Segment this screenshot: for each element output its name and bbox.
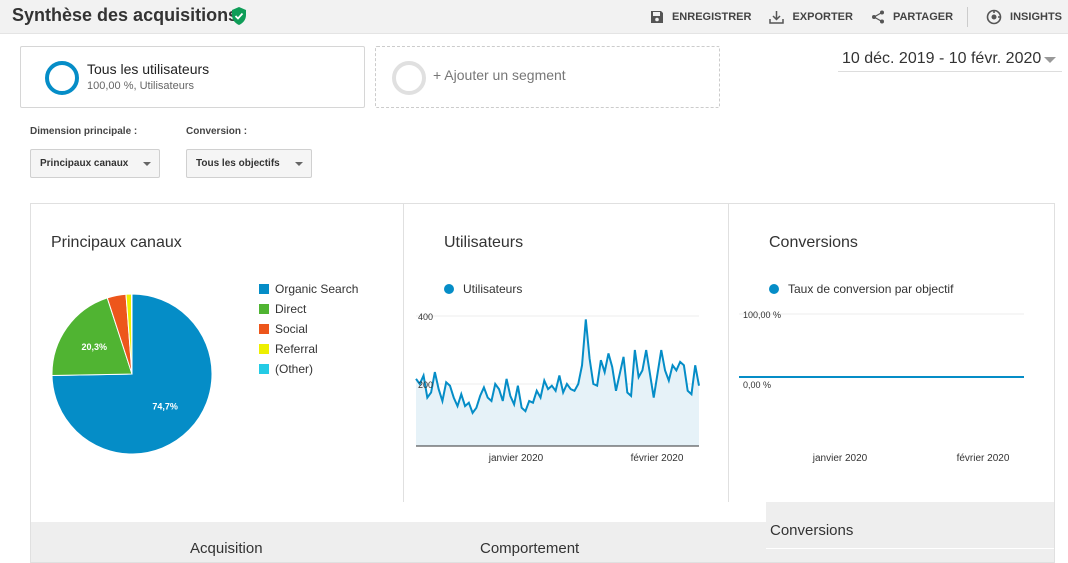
save-label: ENREGISTRER [671,11,752,23]
channels-panel: Principaux canaux 74,7% 20,3% Organic Sea… [31,204,404,502]
x-tick-label: janvier 2020 [812,453,868,464]
conversion-dropdown[interactable]: Tous les objectifs [186,149,312,178]
insights-label: INSIGHTS [1010,11,1062,23]
toolbar-divider [967,7,969,27]
share-label: PARTAGER [892,11,954,23]
y-tick-label: 400 [418,312,433,322]
share-icon [871,10,884,24]
pie-data-label: 20,3% [81,342,107,352]
export-button[interactable]: EXPORTER [769,10,853,24]
conversions-header: Conversions [770,522,854,539]
metrics-table-header: Acquisition Comportement Conversions [31,502,1054,562]
page-title: Synthèse des acquisitions [12,5,239,25]
header-divider [766,548,1054,549]
date-range-label: 10 déc. 2019 - 10 févr. 2020 [842,50,1042,67]
x-tick-label: février 2020 [631,453,684,464]
save-icon [650,11,663,23]
legend-item[interactable]: Referral [259,339,358,359]
pie-data-label: 74,7% [152,401,178,411]
conversions-chart: 100,00 % 0,00 % janvier 2020 février 2020 [739,310,1024,464]
legend-item[interactable]: Organic Search [259,279,358,299]
users-chart: 400 200 janvier 2020 février 2020 [415,312,700,464]
segment-label: Tous les utilisateurs [87,61,210,77]
dimension-dropdown[interactable]: Principaux canaux [30,149,160,178]
x-tick-label: février 2020 [957,453,1010,464]
legend-label: Referral [275,342,318,356]
channels-title: Principaux canaux [51,234,182,251]
add-segment-label: + Ajouter un segment [433,67,566,83]
legend-item[interactable]: Direct [259,299,358,319]
x-tick-label: janvier 2020 [488,453,544,464]
legend-swatch [259,344,269,354]
insights-button[interactable]: INSIGHTS [986,9,1062,25]
add-segment-button[interactable]: + Ajouter un segment [375,46,720,108]
legend-label: Direct [275,302,307,316]
channels-pie-chart: 74,7% 20,3% [51,293,213,455]
acquisition-header: Acquisition [190,540,263,557]
pie-slice-other[interactable] [130,293,133,375]
download-icon [769,11,785,24]
legend-label: Organic Search [275,282,359,296]
legend-swatch [259,304,269,314]
share-button[interactable]: PARTAGER [871,10,953,24]
y-tick-label: 0,00 % [743,380,771,390]
report-header: Synthèse des acquisitions ENREGISTRER EX… [0,0,1068,34]
dimension-value: Principaux canaux [40,158,129,169]
export-label: EXPORTER [792,11,853,23]
conversions-panel: Conversions Taux de conversion par objec… [729,204,1055,502]
users-panel: Utilisateurs Utilisateurs 400 200 janvier … [404,204,729,502]
segment-ring-icon [45,61,79,95]
legend-label: (Other) [275,362,314,376]
behaviour-header: Comportement [480,540,580,557]
dimension-label: Dimension principale : [30,126,138,137]
legend-label: Social [275,322,308,336]
legend-swatch [259,284,269,294]
table-header-background [31,522,766,562]
channels-legend: Organic Search Direct Social Referral (Other… [259,279,358,379]
empty-segment-ring-icon [392,61,426,95]
date-range-picker[interactable]: 10 déc. 2019 - 10 févr. 2020 [838,48,1062,72]
segment-sub-label: 100,00 %, Utilisateurs [87,80,194,92]
chevron-down-icon [143,162,151,166]
y-tick-label: 200 [418,380,433,390]
conversion-label: Conversion : [186,126,248,137]
y-tick-label: 100,00 % [743,310,781,320]
legend-item[interactable]: (Other) [259,359,358,379]
report-content: Tous les utilisateurs 100,00 %, Utilisat… [0,34,1068,563]
legend-swatch [259,324,269,334]
legend-swatch [259,364,269,374]
conversion-value: Tous les objectifs [196,158,280,169]
save-button[interactable]: ENREGISTRER [650,10,751,24]
chevron-down-icon [295,162,303,166]
overview-panels: Principaux canaux 74,7% 20,3% Organic Sea… [30,203,1055,563]
insights-icon [986,9,1002,25]
chevron-down-icon [1044,57,1056,63]
verified-shield-icon [232,7,246,25]
segment-all-users[interactable]: Tous les utilisateurs 100,00 %, Utilisat… [20,46,365,108]
legend-item[interactable]: Social [259,319,358,339]
